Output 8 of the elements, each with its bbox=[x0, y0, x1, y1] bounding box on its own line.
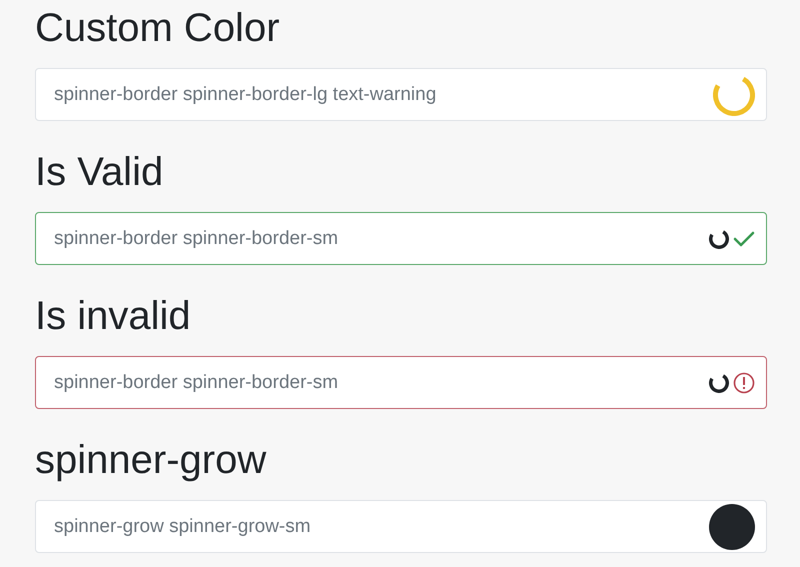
section-heading: Is invalid bbox=[35, 294, 192, 340]
check-icon bbox=[733, 230, 755, 248]
input-field[interactable]: spinner-border spinner-border-sm bbox=[35, 212, 767, 265]
section-heading: spinner-grow bbox=[35, 438, 268, 484]
section-heading: Custom Color bbox=[35, 6, 281, 52]
section-heading: Is Valid bbox=[35, 150, 164, 196]
error-icon bbox=[733, 372, 755, 394]
input-field[interactable]: spinner-border spinner-border-sm bbox=[35, 356, 767, 409]
